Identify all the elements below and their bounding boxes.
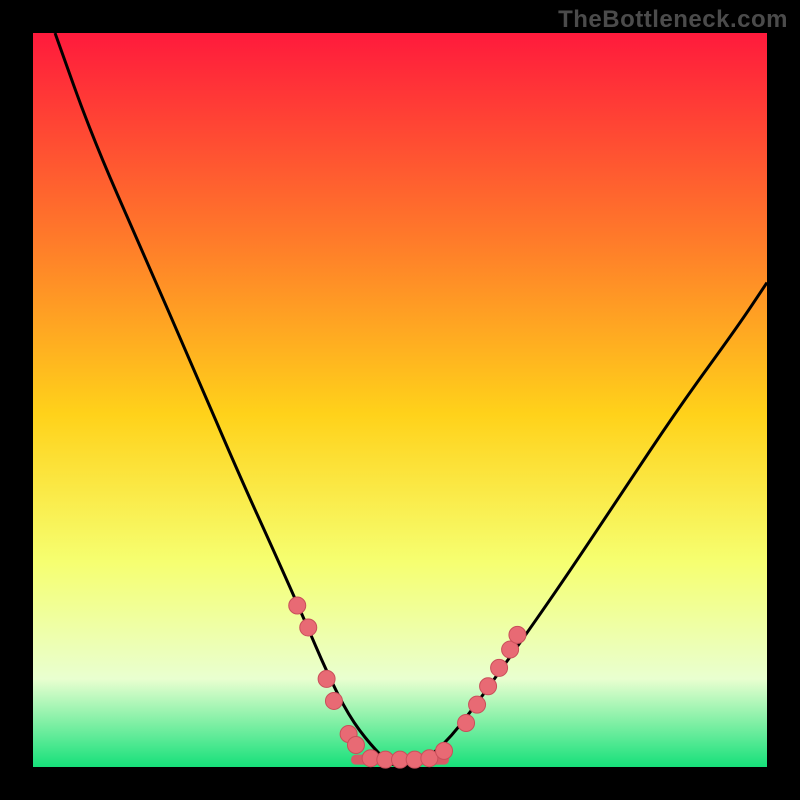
curve-marker bbox=[347, 736, 364, 753]
curve-marker bbox=[480, 678, 497, 695]
watermark-text: TheBottleneck.com bbox=[558, 6, 788, 34]
curve-marker bbox=[491, 659, 508, 676]
curve-marker bbox=[289, 597, 306, 614]
curve-marker bbox=[469, 696, 486, 713]
curve-marker bbox=[509, 626, 526, 643]
curve-marker bbox=[300, 619, 317, 636]
chart-frame: TheBottleneck.com bbox=[0, 0, 800, 800]
plot-background bbox=[33, 33, 767, 767]
bottleneck-chart bbox=[0, 0, 800, 800]
curve-marker bbox=[325, 692, 342, 709]
curve-marker bbox=[458, 714, 475, 731]
curve-marker bbox=[318, 670, 335, 687]
curve-marker bbox=[436, 742, 453, 759]
